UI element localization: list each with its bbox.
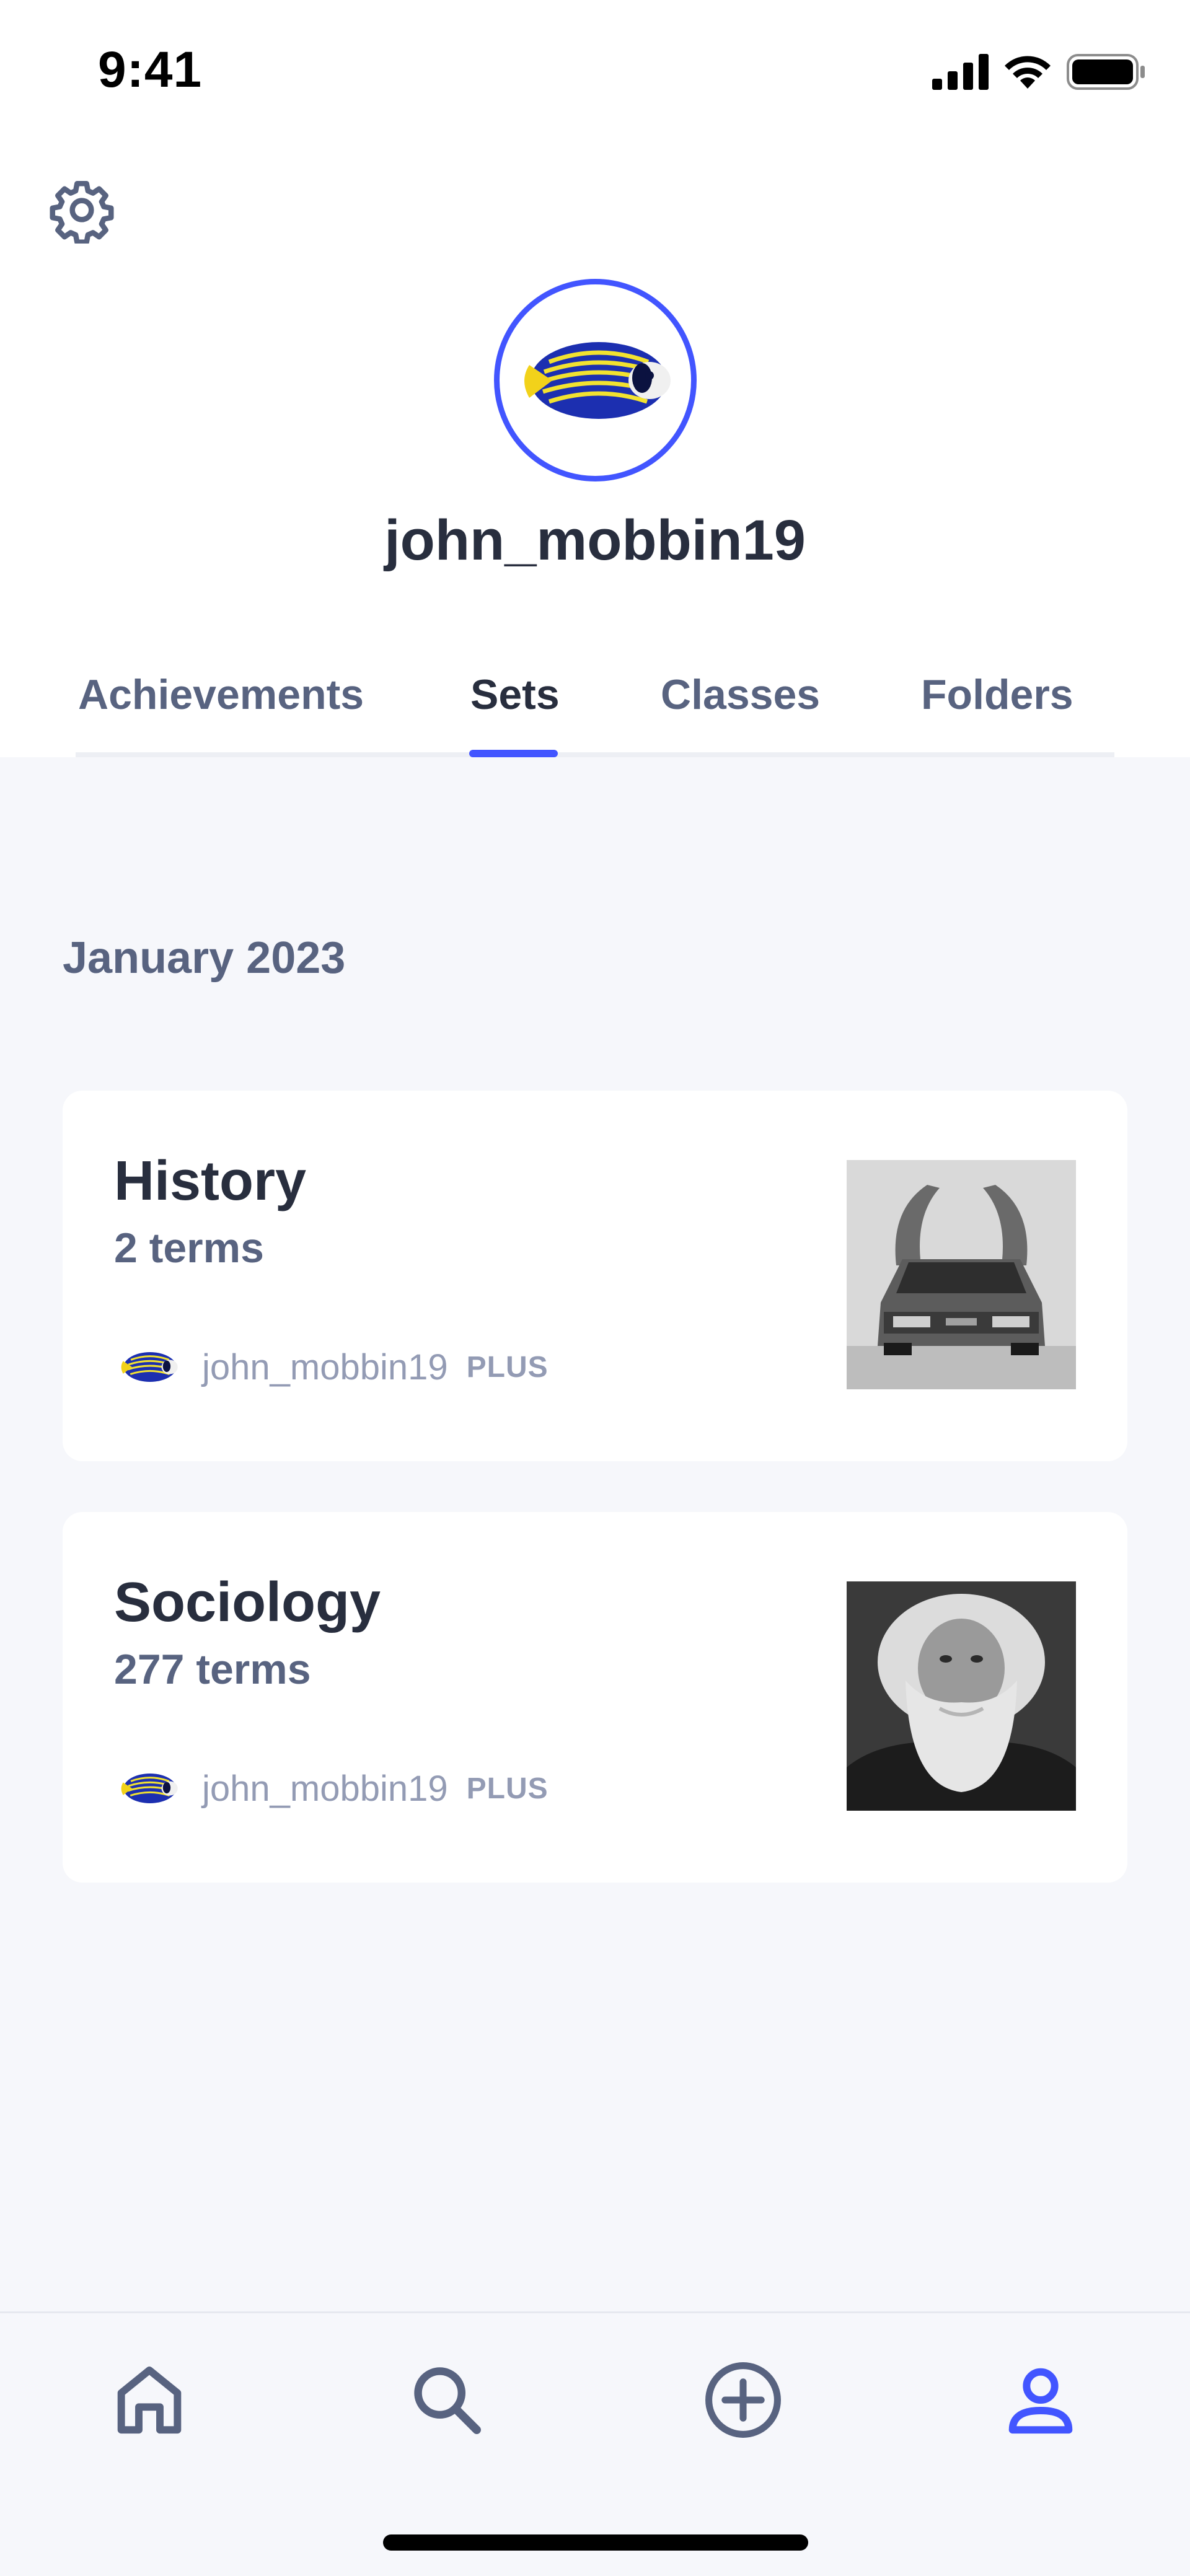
author-avatar bbox=[114, 1345, 183, 1389]
set-author: john_mobbin19 PLUS bbox=[114, 1345, 549, 1389]
tabs-divider bbox=[76, 752, 1114, 757]
active-tab-indicator bbox=[469, 750, 558, 757]
set-term-count: 2 terms bbox=[114, 1224, 264, 1272]
nav-search[interactable] bbox=[400, 2354, 493, 2446]
nav-profile[interactable] bbox=[994, 2354, 1087, 2446]
angelfish-avatar-icon bbox=[121, 1774, 178, 1803]
add-circle-icon bbox=[705, 2362, 781, 2438]
tab-folders[interactable]: Folders bbox=[921, 660, 1073, 752]
set-author: john_mobbin19 PLUS bbox=[114, 1766, 549, 1811]
tab-classes[interactable]: Classes bbox=[661, 660, 820, 752]
bearded-man-portrait-icon bbox=[847, 1581, 1076, 1811]
gear-icon bbox=[50, 180, 114, 244]
profile-header: 9:41 john_mobbin19 Achievements Sets Cla… bbox=[0, 0, 1190, 757]
set-card-history[interactable]: History 2 terms john_mobbin19 PLUS bbox=[63, 1091, 1127, 1461]
angelfish-avatar-icon bbox=[121, 1352, 178, 1382]
author-username: john_mobbin19 bbox=[202, 1347, 448, 1387]
profile-tabs: Achievements Sets Classes Folders bbox=[76, 660, 1114, 757]
set-thumbnail bbox=[847, 1581, 1076, 1811]
settings-button[interactable] bbox=[47, 175, 117, 245]
profile-icon bbox=[1008, 2368, 1073, 2434]
angelfish-avatar-icon bbox=[524, 341, 671, 419]
avatar[interactable] bbox=[494, 279, 697, 481]
set-title: Sociology bbox=[114, 1572, 381, 1633]
search-icon bbox=[414, 2367, 481, 2434]
status-icons bbox=[932, 53, 1147, 90]
cellular-signal-icon bbox=[932, 54, 989, 90]
set-title: History bbox=[114, 1150, 307, 1212]
nav-home[interactable] bbox=[103, 2354, 196, 2446]
battery-icon bbox=[1067, 54, 1145, 90]
set-thumbnail bbox=[847, 1160, 1076, 1389]
set-card-sociology[interactable]: Sociology 277 terms john_mobbin19 PLUS bbox=[63, 1512, 1127, 1883]
home-icon bbox=[117, 2366, 182, 2434]
section-title: January 2023 bbox=[63, 933, 346, 983]
profile-username: john_mobbin19 bbox=[384, 509, 806, 572]
car-photo-icon bbox=[847, 1160, 1076, 1389]
plus-badge: PLUS bbox=[466, 1772, 549, 1805]
set-term-count: 277 terms bbox=[114, 1646, 311, 1693]
status-time: 9:41 bbox=[98, 42, 203, 98]
author-avatar bbox=[114, 1766, 183, 1811]
tab-achievements[interactable]: Achievements bbox=[78, 660, 364, 752]
nav-create[interactable] bbox=[697, 2354, 790, 2446]
tab-sets[interactable]: Sets bbox=[470, 660, 560, 752]
home-indicator[interactable] bbox=[383, 2534, 808, 2551]
author-username: john_mobbin19 bbox=[202, 1768, 448, 1809]
plus-badge: PLUS bbox=[466, 1350, 549, 1384]
wifi-icon bbox=[1005, 56, 1051, 89]
